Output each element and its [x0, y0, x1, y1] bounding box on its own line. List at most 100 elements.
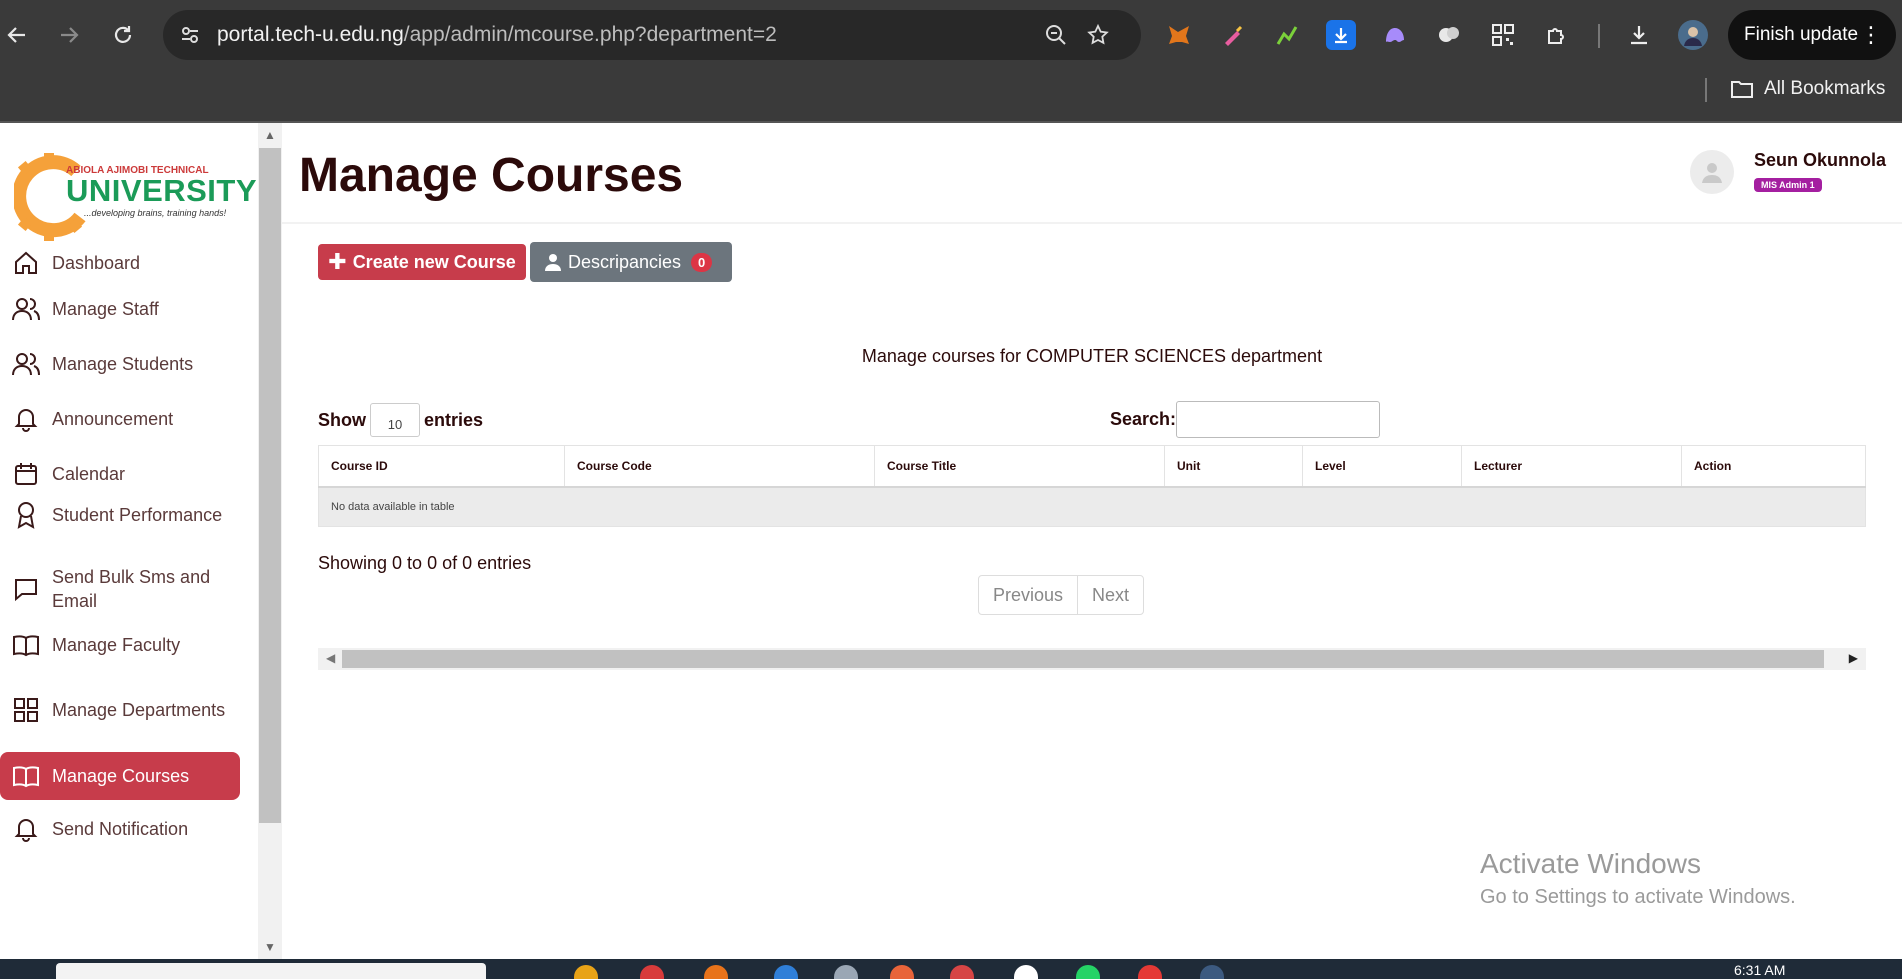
entries-per-page-select[interactable]: 10 — [370, 403, 420, 437]
all-bookmarks-label: All Bookmarks — [1764, 78, 1886, 99]
downloads-icon[interactable] — [1624, 20, 1654, 50]
sidebar-item-label: Manage Departments — [52, 700, 226, 720]
taskbar-clock[interactable]: 6:31 AM — [1734, 962, 1785, 978]
sidebar-item-dashboard[interactable]: Dashboard — [0, 243, 240, 283]
all-bookmarks-button[interactable]: All Bookmarks — [1730, 78, 1885, 100]
sidebar-item-label: Dashboard — [52, 253, 141, 273]
taskbar-app-icon[interactable] — [1014, 965, 1038, 979]
bookmark-star-icon[interactable] — [1085, 22, 1111, 48]
department-caption: Manage courses for COMPUTER SCIENCES dep… — [861, 346, 1323, 366]
column-lecturer[interactable]: Lecturer — [1461, 445, 1682, 488]
column-course-code[interactable]: Course Code — [564, 445, 875, 488]
reload-icon — [114, 26, 132, 43]
university-logo[interactable]: ABIOLA AJIMOBI TECHNICAL UNIVERSITY ...d… — [14, 151, 257, 241]
chrome-divider — [0, 121, 1902, 123]
sidebar: ABIOLA AJIMOBI TECHNICAL UNIVERSITY ...d… — [0, 123, 258, 959]
extensions-puzzle-icon[interactable] — [1542, 20, 1572, 50]
taskbar-search-box[interactable] — [56, 963, 486, 979]
scroll-down-arrow-icon[interactable]: ▼ — [262, 940, 278, 956]
sidebar-item-manage-staff[interactable]: Manage Staff — [0, 289, 240, 329]
column-course-title[interactable]: Course Title — [874, 445, 1165, 488]
table-info: Showing 0 to 0 of 0 entries — [318, 553, 532, 573]
sidebar-item-send-bulk-sms[interactable]: Send Bulk Sms and Email — [0, 559, 240, 619]
column-course-id[interactable]: Course ID — [318, 445, 565, 488]
taskbar-app-icon[interactable] — [574, 965, 598, 979]
scroll-up-arrow-icon[interactable]: ▲ — [262, 128, 278, 144]
courses-table: Course ID Course Code Course Title Unit … — [318, 445, 1866, 527]
qr-code-extension-icon[interactable] — [1488, 20, 1518, 50]
award-icon — [12, 501, 40, 529]
cookie-extension-icon[interactable] — [1434, 20, 1464, 50]
book-icon — [12, 762, 40, 790]
search-label: Search: — [1110, 409, 1177, 429]
user-placeholder-icon — [1702, 163, 1722, 183]
url-text: portal.tech-u.edu.ng/app/admin/mcourse.p… — [217, 23, 777, 47]
column-action[interactable]: Action — [1681, 445, 1866, 488]
next-button[interactable]: Next — [1077, 576, 1143, 614]
column-unit[interactable]: Unit — [1164, 445, 1303, 488]
show-entries: Show 10 entries — [318, 403, 483, 437]
activate-windows-watermark: Activate Windows Go to Settings to activ… — [1480, 848, 1796, 909]
taskbar-app-icon[interactable] — [950, 965, 974, 979]
entries-label: entries — [424, 409, 484, 430]
taskbar-app-icon[interactable] — [1076, 965, 1100, 979]
finish-update-label: Finish update — [1744, 24, 1859, 45]
url-path: /app/admin/mcourse.php?department=2 — [403, 23, 777, 46]
address-bar[interactable]: portal.tech-u.edu.ng/app/admin/mcourse.p… — [163, 10, 1141, 60]
search-input[interactable] — [1176, 401, 1380, 438]
taskbar-app-icon[interactable] — [1200, 965, 1224, 979]
taskbar-app-icon[interactable] — [890, 965, 914, 979]
sidebar-item-manage-departments[interactable]: Manage Departments — [0, 680, 240, 740]
discrepancies-button[interactable]: Descripancies 0 — [530, 242, 732, 282]
users-icon — [12, 295, 40, 323]
toolbar-divider — [1598, 24, 1600, 48]
calendar-icon — [12, 460, 40, 488]
kebab-menu-icon[interactable]: ⋮ — [1860, 20, 1882, 50]
sidebar-item-student-performance[interactable]: Student Performance — [0, 485, 240, 545]
empty-table-message: No data available in table — [318, 486, 1866, 527]
taskbar-app-icon[interactable] — [704, 965, 728, 979]
profile-avatar-icon[interactable] — [1678, 20, 1708, 50]
sidebar-item-manage-students[interactable]: Manage Students — [0, 344, 240, 384]
scroll-left-arrow-icon[interactable]: ◀ — [326, 651, 335, 665]
previous-button[interactable]: Previous — [979, 576, 1077, 614]
sidebar-item-label: Manage Faculty — [52, 635, 181, 655]
horizontal-scroll-thumb[interactable] — [342, 650, 1824, 668]
metamask-extension-icon[interactable] — [1164, 20, 1194, 50]
sidebar-item-send-notification[interactable]: Send Notification — [0, 809, 240, 849]
user-role-badge: MIS Admin 1 — [1754, 178, 1822, 192]
analytics-extension-icon[interactable] — [1272, 20, 1302, 50]
user-icon — [545, 254, 561, 271]
taskbar-app-icon[interactable] — [774, 965, 798, 979]
sidebar-scroll-thumb[interactable] — [259, 148, 281, 823]
zoom-icon[interactable] — [1043, 22, 1069, 48]
taskbar-app-icon[interactable] — [834, 965, 858, 979]
taskbar-app-icon[interactable] — [1138, 965, 1162, 979]
column-level[interactable]: Level — [1302, 445, 1462, 488]
color-picker-extension-icon[interactable] — [1218, 20, 1248, 50]
site-info-icon[interactable] — [177, 22, 203, 48]
avatar[interactable] — [1690, 150, 1734, 194]
logo-university-text: UNIVERSITY — [66, 173, 258, 208]
scroll-right-arrow-icon[interactable]: ▶ — [1849, 651, 1858, 665]
ghost-extension-icon[interactable] — [1380, 20, 1410, 50]
plus-icon: ✚ — [328, 249, 347, 274]
download-extension-icon[interactable] — [1326, 20, 1356, 50]
activate-windows-subtitle: Go to Settings to activate Windows. — [1480, 886, 1796, 908]
sidebar-item-announcement[interactable]: Announcement — [0, 399, 240, 439]
taskbar-app-icon[interactable] — [640, 965, 664, 979]
windows-taskbar: 6:31 AM — [0, 959, 1902, 979]
sidebar-item-label: Manage Staff — [52, 299, 159, 319]
finish-update-button[interactable]: Finish update ⋮ — [1728, 10, 1896, 60]
bell-icon — [12, 815, 40, 843]
sidebar-item-manage-faculty[interactable]: Manage Faculty — [0, 625, 240, 665]
home-icon — [12, 249, 40, 277]
user-name[interactable]: Seun Okunnola — [1754, 150, 1886, 171]
sidebar-item-manage-courses[interactable]: Manage Courses — [0, 752, 240, 800]
reload-button[interactable] — [106, 18, 140, 52]
back-button[interactable] — [0, 18, 34, 52]
table-horizontal-scrollbar[interactable]: ◀ ▶ — [318, 648, 1866, 670]
forward-button[interactable] — [52, 18, 86, 52]
create-course-button[interactable]: ✚ Create new Course — [318, 244, 526, 280]
bookmarks-divider — [1705, 78, 1707, 102]
